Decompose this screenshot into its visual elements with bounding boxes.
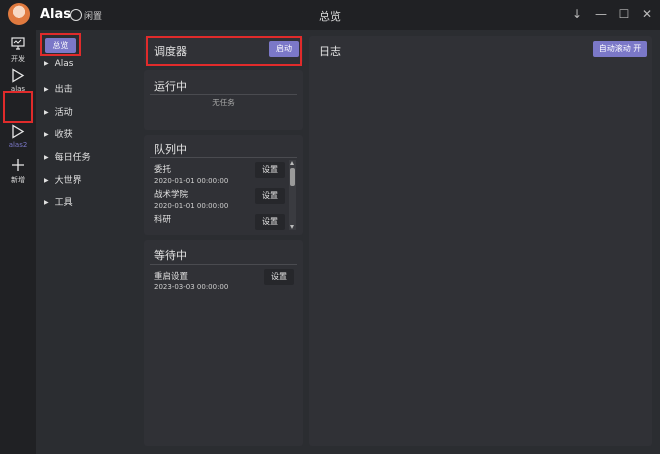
nav-item-opsi[interactable]: ▶ 大世界 — [44, 173, 82, 186]
expand-arrow-icon: ▶ — [44, 60, 49, 67]
running-panel: 运行中 无任务 — [144, 70, 303, 130]
expand-arrow-icon: ▶ — [44, 109, 49, 116]
nav-item-alas[interactable]: ▶ Alas — [44, 59, 74, 69]
arrow-down-icon[interactable]: ↓ — [568, 5, 586, 23]
sidebar-item-label: alas2 — [8, 141, 28, 149]
task-settings-button[interactable]: 设置 — [255, 162, 285, 178]
nav-item-tools[interactable]: ▶ 工具 — [44, 195, 73, 208]
divider — [150, 264, 297, 265]
divider — [150, 94, 297, 95]
play-icon — [2, 68, 34, 84]
nav-menu: 总览 ▶ Alas ▶ 出击 ▶ 活动 ▶ 收获 ▶ 每日任务 ▶ 大世界 ▶ 工具 — [36, 30, 139, 454]
sidebar-item-add[interactable]: 新增 — [2, 158, 34, 185]
empty-task-text: 无任务 — [212, 98, 235, 107]
task-time: 2020-01-01 00:00:00 — [154, 202, 229, 210]
divider — [150, 157, 297, 158]
highlight-box — [40, 33, 81, 56]
monitor-icon — [2, 37, 34, 53]
queue-panel: 队列中 委托 2020-01-01 00:00:00 设置 战术学院 2020-… — [144, 135, 303, 235]
nav-item-event[interactable]: ▶ 活动 — [44, 105, 73, 118]
play-icon — [2, 124, 34, 140]
scroll-up-icon[interactable] — [290, 161, 294, 165]
sidebar-item-dev[interactable]: 开发 — [2, 37, 34, 64]
task-name: 重启设置 — [154, 272, 189, 282]
expand-arrow-icon: ▶ — [44, 131, 49, 138]
scroll-thumb[interactable] — [290, 168, 295, 186]
task-name: 委托 — [154, 165, 172, 175]
plus-icon — [2, 158, 34, 174]
maximize-button[interactable]: ☐ — [615, 5, 633, 23]
title-bar: Alas 闲置 总览 ↓ — ☐ ✕ — [0, 0, 660, 30]
expand-arrow-icon: ▶ — [44, 86, 49, 93]
sidebar-item-label: 开发 — [11, 55, 25, 63]
minimize-button[interactable]: — — [592, 5, 610, 23]
queue-scrollbar[interactable] — [289, 160, 296, 230]
task-name: 科研 — [154, 215, 172, 225]
nav-item-harvest[interactable]: ▶ 收获 — [44, 127, 73, 140]
task-settings-button[interactable]: 设置 — [264, 269, 294, 285]
nav-item-sortie[interactable]: ▶ 出击 — [44, 82, 73, 95]
autoscroll-button[interactable]: 自动滚动 开 — [593, 41, 647, 57]
nav-item-daily[interactable]: ▶ 每日任务 — [44, 150, 91, 163]
log-title: 日志 — [319, 45, 341, 58]
sidebar-item-alas[interactable]: alas — [2, 68, 34, 93]
close-button[interactable]: ✕ — [638, 5, 656, 23]
log-panel: 日志 自动滚动 开 — [309, 36, 652, 446]
waiting-title: 等待中 — [154, 249, 187, 262]
task-time: 2023-03-03 00:00:00 — [154, 283, 229, 291]
expand-arrow-icon: ▶ — [44, 177, 49, 184]
waiting-panel: 等待中 重启设置 2023-03-03 00:00:00 设置 — [144, 240, 303, 446]
task-time: 2020-01-01 00:00:00 — [154, 177, 229, 185]
page-title: 总览 — [319, 10, 341, 23]
expand-arrow-icon: ▶ — [44, 154, 49, 161]
queue-title: 队列中 — [154, 143, 187, 156]
task-name: 战术学院 — [154, 190, 189, 200]
scroll-down-icon[interactable] — [290, 225, 294, 229]
task-settings-button[interactable]: 设置 — [255, 214, 285, 230]
highlight-box — [3, 91, 33, 123]
running-title: 运行中 — [154, 80, 187, 93]
task-settings-button[interactable]: 设置 — [255, 188, 285, 204]
sidebar-item-label: 新增 — [11, 176, 25, 184]
highlight-box — [146, 36, 302, 66]
sidebar-item-alas2[interactable]: alas2 — [2, 124, 34, 149]
expand-arrow-icon: ▶ — [44, 199, 49, 206]
